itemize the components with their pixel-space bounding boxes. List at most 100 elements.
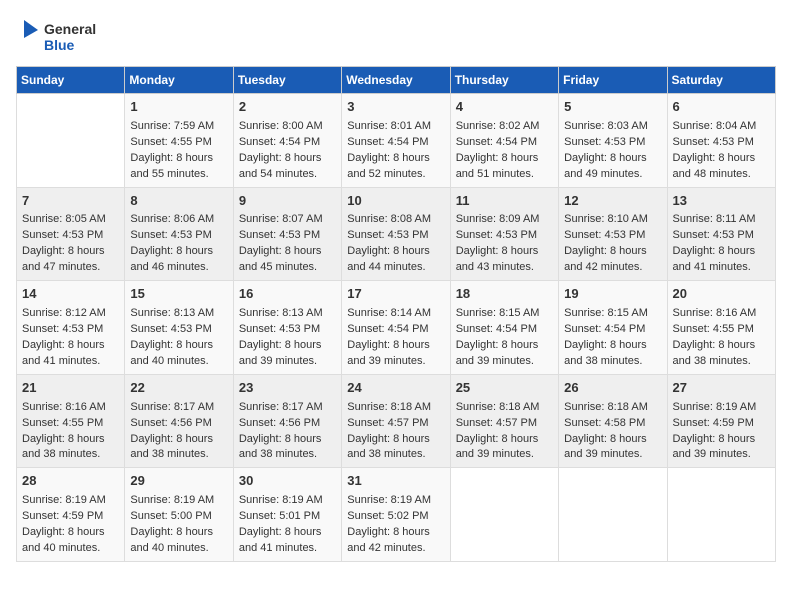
sunset-text: Sunset: 4:53 PM (564, 229, 645, 241)
sunset-text: Sunset: 4:58 PM (564, 417, 645, 429)
day-number: 15 (130, 285, 227, 304)
sunset-text: Sunset: 4:53 PM (22, 229, 103, 241)
day-number: 30 (239, 472, 336, 491)
daylight-text: Daylight: 8 hours and 48 minutes. (673, 152, 756, 180)
calendar-cell: 25Sunrise: 8:18 AMSunset: 4:57 PMDayligh… (450, 374, 558, 468)
day-number: 27 (673, 379, 770, 398)
day-number: 25 (456, 379, 553, 398)
calendar-header: SundayMondayTuesdayWednesdayThursdayFrid… (17, 67, 776, 94)
daylight-text: Daylight: 8 hours and 39 minutes. (239, 339, 322, 367)
calendar-cell: 4Sunrise: 8:02 AMSunset: 4:54 PMDaylight… (450, 94, 558, 188)
daylight-text: Daylight: 8 hours and 47 minutes. (22, 245, 105, 273)
day-number: 2 (239, 98, 336, 117)
col-header-tuesday: Tuesday (233, 67, 341, 94)
calendar-cell: 7Sunrise: 8:05 AMSunset: 4:53 PMDaylight… (17, 187, 125, 281)
sunrise-text: Sunrise: 8:12 AM (22, 307, 106, 319)
sunrise-text: Sunrise: 8:16 AM (673, 307, 757, 319)
calendar-cell: 9 Sunrise: 8:07 AM Sunset: 4:53 PM Daylight… (233, 187, 341, 281)
calendar-cell: 19Sunrise: 8:15 AMSunset: 4:54 PMDayligh… (559, 281, 667, 375)
calendar-cell: 29Sunrise: 8:19 AMSunset: 5:00 PMDayligh… (125, 468, 233, 562)
sunrise-text: Sunrise: 8:19 AM (22, 494, 106, 506)
col-header-sunday: Sunday (17, 67, 125, 94)
sunset-text: Sunset: 4:54 PM (347, 136, 428, 148)
calendar-cell: 10Sunrise: 8:08 AMSunset: 4:53 PMDayligh… (342, 187, 450, 281)
page-header: GeneralBlue (16, 16, 776, 56)
daylight-text: Daylight: 8 hours and 43 minutes. (456, 245, 539, 273)
sunset-text: Sunset: 5:02 PM (347, 510, 428, 522)
daylight-text: Daylight: 8 hours and 38 minutes. (22, 433, 105, 461)
sunset-text: Sunset: 4:54 PM (564, 323, 645, 335)
sunset-text: Sunset: 4:53 PM (239, 229, 320, 241)
sunset-text: Sunset: 4:53 PM (347, 229, 428, 241)
sunset-text: Sunset: 4:55 PM (673, 323, 754, 335)
day-number: 4 (456, 98, 553, 117)
col-header-thursday: Thursday (450, 67, 558, 94)
sunset-text: Sunset: 4:54 PM (347, 323, 428, 335)
calendar-cell: 8Sunrise: 8:06 AMSunset: 4:53 PMDaylight… (125, 187, 233, 281)
daylight-text: Daylight: 8 hours and 54 minutes. (239, 152, 322, 180)
sunset-text: Sunset: 4:53 PM (130, 323, 211, 335)
daylight-text: Daylight: 8 hours and 44 minutes. (347, 245, 430, 273)
sunrise-text: Sunrise: 8:06 AM (130, 213, 214, 225)
col-header-monday: Monday (125, 67, 233, 94)
sunrise-text: Sunrise: 8:19 AM (347, 494, 431, 506)
calendar-cell (17, 94, 125, 188)
sunset-text: Sunset: 4:53 PM (239, 323, 320, 335)
calendar-cell: 31Sunrise: 8:19 AMSunset: 5:02 PMDayligh… (342, 468, 450, 562)
sunrise-text: Sunrise: 8:11 AM (673, 213, 756, 225)
sunrise-text: Sunrise: 8:17 AM (239, 401, 323, 413)
sunrise-text: Sunrise: 8:18 AM (456, 401, 540, 413)
calendar-table: SundayMondayTuesdayWednesdayThursdayFrid… (16, 66, 776, 562)
daylight-text: Daylight: 8 hours and 40 minutes. (22, 526, 105, 554)
sunset-text: Sunset: 4:57 PM (347, 417, 428, 429)
calendar-cell: 21Sunrise: 8:16 AMSunset: 4:55 PMDayligh… (17, 374, 125, 468)
daylight-text: Daylight: 8 hours and 46 minutes. (130, 245, 213, 273)
calendar-cell (450, 468, 558, 562)
calendar-cell: 22Sunrise: 8:17 AMSunset: 4:56 PMDayligh… (125, 374, 233, 468)
sunset-text: Sunset: 4:53 PM (456, 229, 537, 241)
daylight-text: Daylight: 8 hours and 40 minutes. (130, 339, 213, 367)
day-number: 17 (347, 285, 444, 304)
sunset-text: Sunset: 4:54 PM (239, 136, 320, 148)
sunrise-text: Sunrise: 8:00 AM (239, 120, 323, 132)
sunrise-text: Sunrise: 8:08 AM (347, 213, 431, 225)
daylight-text: Daylight: 8 hours and 41 minutes. (673, 245, 756, 273)
day-number: 18 (456, 285, 553, 304)
daylight-text: Daylight: 8 hours and 38 minutes. (564, 339, 647, 367)
calendar-cell: 23Sunrise: 8:17 AMSunset: 4:56 PMDayligh… (233, 374, 341, 468)
sunrise-text: Sunrise: 7:59 AM (130, 120, 214, 132)
daylight-text: Daylight: 8 hours and 45 minutes. (239, 245, 322, 273)
daylight-text: Daylight: 8 hours and 42 minutes. (564, 245, 647, 273)
sunset-text: Sunset: 4:59 PM (673, 417, 754, 429)
sunrise-text: Sunrise: 8:01 AM (347, 120, 431, 132)
calendar-cell: 1Sunrise: 7:59 AMSunset: 4:55 PMDaylight… (125, 94, 233, 188)
day-number: 31 (347, 472, 444, 491)
sunrise-text: Sunrise: 8:19 AM (130, 494, 214, 506)
sunrise-text: Sunrise: 8:19 AM (673, 401, 757, 413)
calendar-cell: 2 Sunrise: 8:00 AM Sunset: 4:54 PM Daylight… (233, 94, 341, 188)
day-number: 16 (239, 285, 336, 304)
daylight-text: Daylight: 8 hours and 55 minutes. (130, 152, 213, 180)
sunset-text: Sunset: 4:55 PM (22, 417, 103, 429)
sunrise-text: Sunrise: 8:09 AM (456, 213, 540, 225)
calendar-cell: 30Sunrise: 8:19 AMSunset: 5:01 PMDayligh… (233, 468, 341, 562)
daylight-text: Daylight: 8 hours and 38 minutes. (347, 433, 430, 461)
calendar-cell (559, 468, 667, 562)
sunset-text: Sunset: 4:56 PM (239, 417, 320, 429)
col-header-friday: Friday (559, 67, 667, 94)
daylight-text: Daylight: 8 hours and 38 minutes. (673, 339, 756, 367)
daylight-text: Daylight: 8 hours and 39 minutes. (456, 433, 539, 461)
calendar-cell: 26Sunrise: 8:18 AMSunset: 4:58 PMDayligh… (559, 374, 667, 468)
daylight-text: Daylight: 8 hours and 40 minutes. (130, 526, 213, 554)
sunrise-text: Sunrise: 8:15 AM (564, 307, 648, 319)
sunrise-text: Sunrise: 8:07 AM (239, 213, 323, 225)
day-number: 13 (673, 192, 770, 211)
daylight-text: Daylight: 8 hours and 39 minutes. (347, 339, 430, 367)
sunrise-text: Sunrise: 8:15 AM (456, 307, 540, 319)
day-number: 9 (239, 192, 336, 211)
daylight-text: Daylight: 8 hours and 38 minutes. (239, 433, 322, 461)
logo: GeneralBlue (16, 16, 106, 56)
col-header-wednesday: Wednesday (342, 67, 450, 94)
sunset-text: Sunset: 5:01 PM (239, 510, 320, 522)
sunset-text: Sunset: 4:54 PM (456, 323, 537, 335)
